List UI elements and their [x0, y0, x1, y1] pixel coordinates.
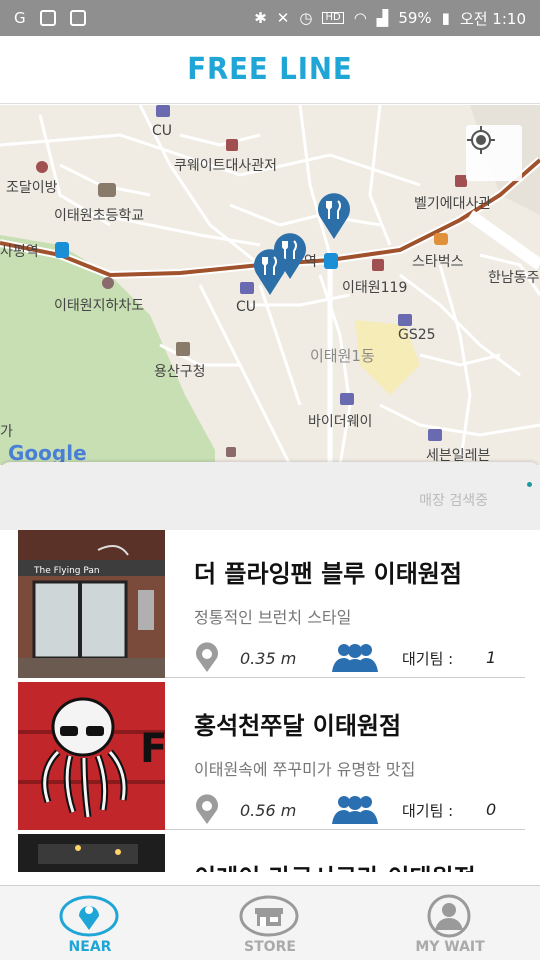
store-description: 정통적인 브런치 스타일 — [194, 608, 352, 627]
map-district-label: 이태원1동 — [310, 347, 375, 365]
store-description: 이태원속에 쭈꾸미가 유명한 맛집 — [194, 760, 416, 779]
map-label: CU — [152, 123, 173, 139]
map-label: 벨기에대사관 — [414, 196, 492, 212]
search-status-panel: 매장 검색중 — [0, 462, 540, 534]
store-icon — [239, 895, 299, 937]
map-view[interactable]: CU 쿠웨이트대사관저 조달이방 이태원초등학교 벨기에대사관 사평역 역 스타… — [0, 105, 540, 465]
poi-marker[interactable] — [102, 277, 114, 289]
store-name: 이레이 라쿠시쿠라 이태원점 — [194, 858, 476, 872]
clock: 오전 1:10 — [459, 9, 526, 28]
near-location-icon — [59, 895, 119, 937]
nav-tab-my-wait[interactable]: MY WAIT — [360, 886, 540, 960]
svg-text:F: F — [140, 726, 165, 772]
map-label: 쿠웨이트대사관저 — [174, 158, 278, 174]
map-label: 바이더웨이 — [308, 414, 373, 430]
convenience-store-icon[interactable] — [398, 314, 412, 326]
convenience-store-icon[interactable] — [156, 105, 170, 117]
store-photo — [18, 834, 165, 872]
map-label: 이태원119 — [342, 280, 408, 296]
store-list-item[interactable]: The Flying Pan 더 플라잉팬 블루 이태원점 정통적인 브런치 스… — [18, 530, 525, 678]
store-name: 홍석천쭈달 이태원점 — [194, 712, 402, 740]
store-list[interactable]: The Flying Pan 더 플라잉팬 블루 이태원점 정통적인 브런치 스… — [0, 530, 540, 872]
loading-indicator — [527, 482, 532, 487]
map-label: 이태원지하차도 — [54, 298, 145, 314]
store-meta: 0.35 m 대기팀 : 1 — [194, 642, 524, 674]
nav-tab-store[interactable]: STORE — [180, 886, 360, 960]
people-group-icon — [332, 796, 378, 824]
wait-label: 대기팀 : — [402, 802, 454, 820]
map-label: 용산구청 — [154, 364, 206, 380]
battery-percent: 59% — [398, 9, 432, 27]
store-distance: 0.35 m — [240, 649, 297, 668]
nav-label-store: STORE — [244, 939, 296, 955]
battery-icon: ▮ — [441, 8, 450, 27]
school-icon[interactable] — [98, 183, 116, 197]
restaurant-pin-icon[interactable] — [252, 247, 288, 297]
app-notification-icon: G — [14, 8, 26, 27]
store-photo: The Flying Pan — [18, 530, 165, 678]
map-label: CU — [236, 299, 257, 315]
gallery-icon — [69, 10, 86, 26]
bluetooth-icon: ✱ — [254, 8, 267, 27]
convenience-store-icon[interactable] — [340, 393, 354, 405]
map-label: GS25 — [398, 327, 436, 343]
embassy-icon[interactable] — [226, 139, 238, 151]
calendar-icon — [39, 10, 56, 26]
store-list-item[interactable]: 이레이 라쿠시쿠라 이태원점 — [18, 834, 525, 872]
map-label: 한남동주 — [488, 270, 540, 286]
subway-station-icon[interactable] — [55, 242, 69, 258]
map-label: 스타벅스 — [412, 254, 464, 270]
store-list-item[interactable]: F 홍석천쭈달 이태원점 이태원속에 쭈꾸미가 유명한 맛집 0.56 m 대기… — [18, 682, 525, 830]
bottom-navigation: NEAR STORE MY WAIT — [0, 885, 540, 960]
location-pin-icon — [196, 642, 218, 672]
fire-station-icon[interactable] — [372, 259, 384, 271]
my-location-button[interactable] — [466, 125, 522, 181]
government-office-icon[interactable] — [176, 342, 190, 356]
signal-icon: ▟ — [376, 8, 389, 27]
map-label: 조달이방 — [6, 180, 58, 196]
nav-label-my-wait: MY WAIT — [415, 939, 485, 955]
app-title: FREE LINE — [187, 52, 353, 87]
app-header: FREE LINE — [0, 36, 540, 104]
restaurant-pin-icon[interactable] — [316, 191, 352, 241]
wait-label: 대기팀 : — [402, 650, 454, 668]
store-name: 더 플라잉팬 블루 이태원점 — [194, 560, 462, 588]
nav-tab-near[interactable]: NEAR — [0, 886, 180, 960]
location-pin-icon — [196, 794, 218, 824]
status-bar: G ✱ ✕ ◷ HD ◠ ▟ 59% ▮ 오전 1:10 — [0, 0, 540, 36]
people-group-icon — [332, 644, 378, 672]
map-label: 사평역 — [0, 244, 39, 260]
wifi-icon: ◠ — [353, 8, 367, 27]
map-label: 가 — [0, 424, 13, 440]
user-icon — [427, 894, 471, 938]
wait-count: 0 — [486, 800, 497, 819]
wait-count: 1 — [486, 648, 497, 667]
nav-label-near: NEAR — [68, 939, 112, 955]
convenience-store-icon[interactable] — [428, 429, 442, 441]
poi-marker[interactable] — [36, 161, 48, 173]
crosshair-icon — [467, 126, 495, 154]
map-label: 이태원초등학교 — [54, 208, 145, 224]
store-photo-sign: The Flying Pan — [34, 566, 100, 576]
store-distance: 0.56 m — [240, 801, 297, 820]
store-photo: F — [18, 682, 165, 830]
mute-icon: ✕ — [276, 8, 290, 27]
search-status-text: 매장 검색중 — [419, 493, 488, 509]
hd-icon: HD — [322, 12, 344, 24]
subway-station-icon[interactable] — [324, 253, 338, 269]
store-meta: 0.56 m 대기팀 : 0 — [194, 794, 524, 826]
alarm-icon: ◷ — [299, 8, 313, 27]
poi-marker[interactable] — [226, 447, 236, 457]
cafe-icon[interactable] — [434, 233, 448, 245]
